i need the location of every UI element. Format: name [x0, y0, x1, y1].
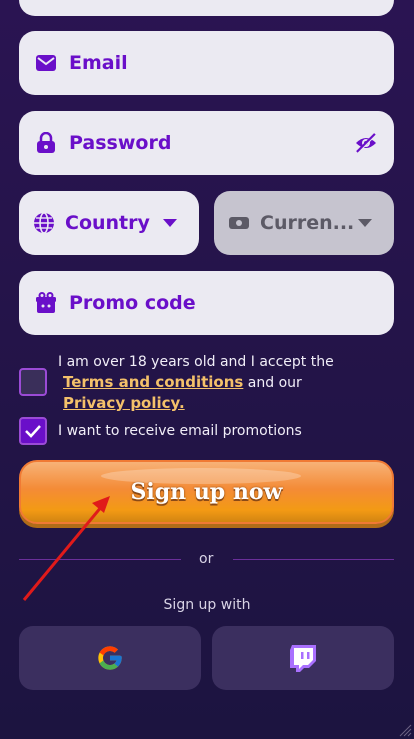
resize-handle-icon[interactable]: [398, 723, 412, 737]
annotation-arrow: [22, 496, 110, 601]
